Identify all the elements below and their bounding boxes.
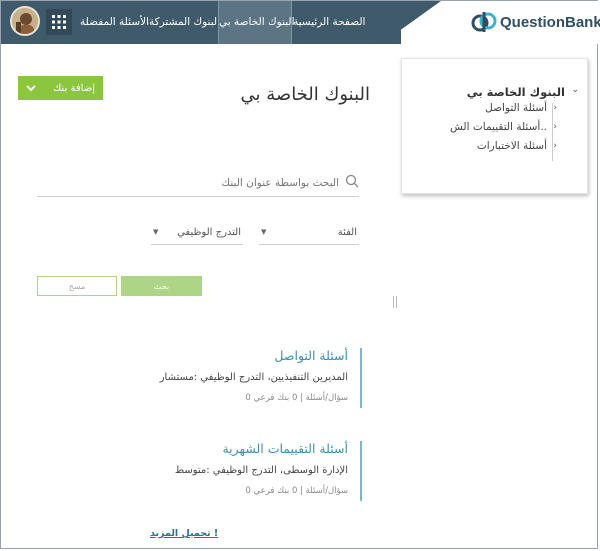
add-bank-label: إضافة بنك (53, 82, 95, 94)
app-logo[interactable]: QuestionBank (469, 9, 600, 35)
nav-shared-banks[interactable]: البنوك المشتركة (149, 1, 220, 44)
grid-icon (52, 15, 66, 29)
category-select-label: الفئة (337, 227, 357, 238)
bank-meta: الإدارة الوسطى، التدرج الوظيفي :متوسط (174, 465, 348, 476)
resize-handle[interactable] (393, 296, 397, 308)
grade-select-label: التدرج الوظيفي (177, 227, 241, 238)
banks-tree-panel: ⌄ البنوك الخاصة بي › أسئلة التواصل › أسئ… (401, 58, 588, 194)
bank-count: 0 سؤال/أسئلة | 0 بنك فرعي (245, 486, 348, 496)
nav-favorite-questions[interactable]: الأسئلة المفضلة (80, 1, 149, 44)
load-more-link[interactable]: تحميل المزيد ! (150, 528, 218, 539)
nav-my-banks[interactable]: البنوك الخاصة بي (218, 1, 295, 44)
tree-root-my-banks[interactable]: البنوك الخاصة بي (467, 85, 565, 99)
bank-count: 0 سؤال/أسئلة | 0 بنك فرعي (245, 393, 348, 403)
bank-title[interactable]: أسئلة التواصل (274, 348, 348, 363)
search-bar (37, 170, 359, 197)
logo-icon (471, 12, 497, 32)
apps-grid-button[interactable] (46, 9, 72, 35)
bank-card[interactable]: أسئلة التقييمات الشهرية الإدارة الوسطى، … (175, 441, 362, 501)
caret-down-icon: ▼ (261, 228, 267, 236)
bank-card[interactable]: أسئلة التواصل المديرين التنفيذيين، التدر… (160, 348, 362, 408)
caret-down-icon: ▼ (153, 228, 159, 236)
bank-title-search-input[interactable] (47, 172, 341, 194)
bank-title[interactable]: أسئلة التقييمات الشهرية (222, 441, 348, 456)
avatar[interactable] (10, 6, 40, 36)
chevron-right-icon[interactable]: › (553, 103, 557, 113)
category-select[interactable]: الفئة ▼ (259, 224, 359, 245)
clear-button[interactable]: مسح (37, 276, 117, 296)
tree-item-communication[interactable]: أسئلة التواصل (485, 102, 547, 114)
bank-meta: المديرين التنفيذيين، التدرج الوظيفي :مست… (159, 372, 348, 383)
grade-select[interactable]: التدرج الوظيفي ▼ (151, 224, 243, 245)
chevron-right-icon[interactable]: › (553, 141, 557, 151)
search-button[interactable]: بحث (121, 276, 202, 296)
chevron-down-icon[interactable]: ⌄ (571, 85, 579, 95)
page-title: البنوك الخاصة بي (240, 84, 370, 105)
search-icon[interactable] (345, 174, 359, 188)
chevron-right-icon[interactable]: › (553, 122, 557, 132)
chevron-down-icon (26, 85, 36, 92)
tree-item-evaluations[interactable]: أسئلة التقييمات الش.. (450, 121, 547, 133)
tree-item-exams[interactable]: أسئلة الاختبارات (477, 140, 547, 152)
nav-bar-slant (381, 1, 441, 44)
add-bank-button[interactable]: إضافة بنك (18, 76, 103, 100)
top-header: الأسئلة المفضلة البنوك المشتركة البنوك ا… (1, 1, 600, 44)
logo-text: QuestionBank (500, 13, 600, 31)
nav-home[interactable]: الصفحة الرئيسية (293, 1, 365, 44)
